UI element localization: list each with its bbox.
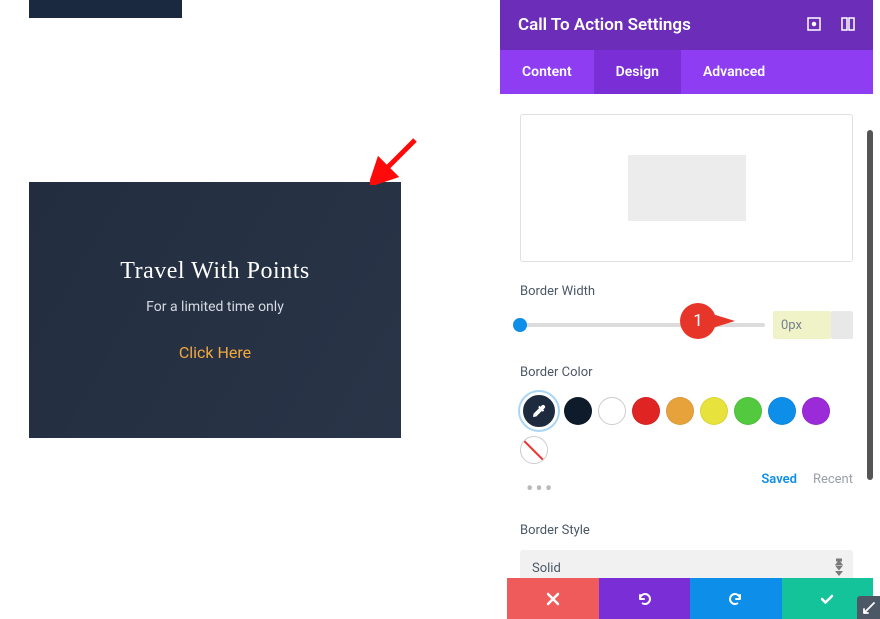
eyedropper-icon — [531, 403, 547, 419]
scrollbar-thumb[interactable] — [867, 130, 873, 480]
swatch-navy[interactable] — [564, 397, 592, 425]
cta-title: Travel With Points — [120, 258, 309, 285]
swatch-green[interactable] — [734, 397, 762, 425]
swatch-orange[interactable] — [666, 397, 694, 425]
cta-subtitle: For a limited time only — [146, 299, 284, 315]
swatch-white[interactable] — [598, 397, 626, 425]
panel-header: Call To Action Settings — [500, 0, 873, 50]
cta-module-preview[interactable]: Travel With Points For a limited time on… — [29, 182, 401, 438]
redo-button[interactable] — [690, 578, 782, 619]
cancel-button[interactable] — [507, 578, 599, 619]
annotation-callout-1: 1 — [680, 303, 716, 339]
swatch-yellow[interactable] — [700, 397, 728, 425]
select-caret-down-icon — [835, 571, 843, 576]
preview-banner-top — [29, 0, 182, 18]
swatch-link-saved[interactable]: Saved — [761, 472, 797, 487]
callout-number: 1 — [693, 311, 703, 331]
select-caret-up-icon — [835, 560, 843, 565]
drag-icon[interactable] — [841, 16, 855, 35]
resize-handle[interactable] — [857, 596, 880, 619]
border-style-label: Border Style — [520, 523, 853, 538]
expand-icon[interactable] — [807, 16, 821, 35]
undo-icon — [636, 591, 652, 607]
border-width-input[interactable]: 0px — [773, 311, 831, 339]
check-icon — [819, 591, 835, 607]
cta-link[interactable]: Click Here — [179, 343, 251, 362]
panel-body: Border Width 0px Border Color ••• — [500, 94, 873, 619]
preview-canvas: Travel With Points For a limited time on… — [0, 0, 500, 619]
swatch-link-recent[interactable]: Recent — [813, 472, 853, 487]
style-preview-box — [520, 114, 853, 262]
border-width-unit-toggle[interactable] — [831, 311, 853, 339]
border-color-label: Border Color — [520, 365, 853, 380]
tab-advanced[interactable]: Advanced — [681, 50, 787, 94]
action-bar — [507, 578, 873, 619]
annotation-arrow-icon — [370, 135, 420, 185]
tab-design[interactable]: Design — [594, 50, 681, 94]
swatch-red[interactable] — [632, 397, 660, 425]
more-swatches-icon[interactable]: ••• — [520, 475, 560, 504]
undo-button[interactable] — [599, 578, 691, 619]
color-swatch-row — [520, 392, 853, 464]
swatch-none[interactable] — [520, 436, 548, 464]
settings-tabs: Content Design Advanced — [500, 50, 873, 94]
slider-thumb[interactable] — [513, 318, 527, 332]
swatch-purple[interactable] — [802, 397, 830, 425]
style-preview-inner — [628, 155, 746, 221]
tab-content[interactable]: Content — [500, 50, 594, 94]
close-icon — [546, 592, 560, 606]
eyedropper-swatch[interactable] — [520, 392, 558, 430]
swatch-blue[interactable] — [768, 397, 796, 425]
redo-icon — [728, 591, 744, 607]
panel-title: Call To Action Settings — [518, 15, 691, 35]
resize-icon — [863, 602, 875, 614]
border-width-label: Border Width — [520, 284, 853, 299]
